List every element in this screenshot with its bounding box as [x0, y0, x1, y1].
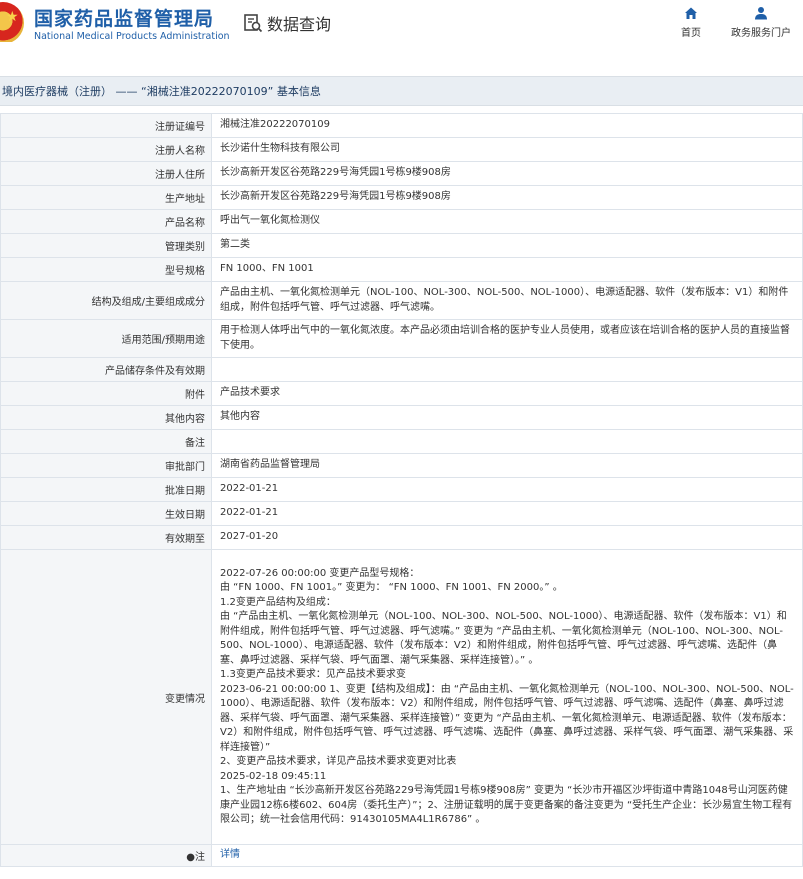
field-value: 2027-01-20: [211, 525, 803, 550]
national-emblem-icon: ★: [0, 2, 26, 42]
field-value: 湖南省药品监督管理局: [211, 453, 803, 478]
table-row: 结构及组成/主要组成成分 产品由主机、一氧化氮检测单元（NOL-100、NOL-3…: [0, 281, 803, 320]
field-label: 注册人住所: [0, 161, 212, 186]
change-line: 2022-07-26 00:00:00 变更产品型号规格：: [220, 567, 420, 579]
table-row: 产品储存条件及有效期: [0, 357, 803, 382]
change-history: 2022-07-26 00:00:00 变更产品型号规格： 由 “FN 1000…: [211, 549, 803, 845]
change-line: 2、变更产品技术要求，详见产品技术要求变更对比表: [220, 756, 457, 767]
field-value: 长沙高新开发区谷苑路229号海凭园1号栋9楼908房: [211, 185, 803, 210]
nav-gov-portal[interactable]: 政务服务门户: [728, 6, 794, 39]
site-header: ★ 国家药品监督管理局 National Medical Products Ad…: [0, 0, 803, 60]
details-link[interactable]: 详情: [220, 849, 240, 860]
change-line: 1、生产地址由 “长沙高新开发区谷苑路229号海凭园1号栋9楼908房” 变更为…: [220, 785, 793, 825]
note-value: 详情: [211, 844, 803, 867]
field-value: FN 1000、FN 1001: [211, 257, 803, 282]
table-row-changes: 变更情况 2022-07-26 00:00:00 变更产品型号规格： 由 “FN…: [0, 549, 803, 845]
data-query-heading: 数据查询: [243, 11, 331, 35]
field-value: 湘械注准20222070109: [211, 113, 803, 138]
breadcrumb-text: 境内医疗器械（注册） —— “湘械注准20222070109” 基本信息: [2, 85, 321, 98]
site-title-en[interactable]: National Medical Products Administration: [34, 31, 230, 42]
field-label: 备注: [0, 429, 212, 454]
table-row: 注册证编号 湘械注准20222070109: [0, 113, 803, 138]
site-title-cn[interactable]: 国家药品监督管理局: [34, 4, 214, 31]
field-value: 用于检测人体呼出气中的一氧化氮浓度。本产品必须由培训合格的医护专业人员使用，或者…: [211, 319, 803, 358]
breadcrumb: 境内医疗器械（注册） —— “湘械注准20222070109” 基本信息: [0, 76, 803, 106]
nav-home-label: 首页: [681, 28, 701, 39]
table-row: 注册人名称 长沙诺什生物科技有限公司: [0, 137, 803, 162]
change-line: 2025-02-18 09:45:11: [220, 770, 327, 782]
change-line: 由 “产品由主机、一氧化氮检测单元（NOL-100、NOL-300、NOL-50…: [220, 611, 787, 666]
table-row: 产品名称 呼出气一氧化氮检测仪: [0, 209, 803, 234]
table-row: 其他内容 其他内容: [0, 405, 803, 430]
field-label: 生产地址: [0, 185, 212, 210]
table-row: 管理类别 第二类: [0, 233, 803, 258]
note-label: ●注: [0, 844, 212, 867]
field-label: 管理类别: [0, 233, 212, 258]
data-query-icon: [244, 14, 263, 33]
field-label: 有效期至: [0, 525, 212, 550]
field-label: 生效日期: [0, 501, 212, 526]
field-label: 产品名称: [0, 209, 212, 234]
field-label: 附件: [0, 381, 212, 406]
table-row: 生产地址 长沙高新开发区谷苑路229号海凭园1号栋9楼908房: [0, 185, 803, 210]
table-row: 生效日期 2022-01-21: [0, 501, 803, 526]
field-value: 2022-01-21: [211, 501, 803, 526]
table-row: 型号规格 FN 1000、FN 1001: [0, 257, 803, 282]
table-row: 附件 产品技术要求: [0, 381, 803, 406]
table-row: 备注: [0, 429, 803, 454]
data-query-label: 数据查询: [267, 15, 332, 34]
user-icon: [755, 7, 767, 20]
table-row: 审批部门 湖南省药品监督管理局: [0, 453, 803, 478]
field-label: 批准日期: [0, 477, 212, 502]
nav-home[interactable]: 首页: [676, 6, 706, 39]
field-label: 注册人名称: [0, 137, 212, 162]
change-line: 1.3变更产品技术要求：见产品技术要求变: [220, 669, 406, 680]
field-label: 型号规格: [0, 257, 212, 282]
table-row: 适用范围/预期用途 用于检测人体呼出气中的一氧化氮浓度。本产品必须由培训合格的医护…: [0, 319, 803, 358]
field-value: 长沙高新开发区谷苑路229号海凭园1号栋9楼908房: [211, 161, 803, 186]
change-line: 由 “FN 1000、FN 1001。” 变更为： “FN 1000、FN 10…: [220, 582, 563, 593]
field-value: 产品技术要求: [211, 381, 803, 406]
field-label: 产品储存条件及有效期: [0, 357, 212, 382]
field-label: 审批部门: [0, 453, 212, 478]
field-label: 其他内容: [0, 405, 212, 430]
field-value: [211, 357, 803, 382]
field-value: 产品由主机、一氧化氮检测单元（NOL-100、NOL-300、NOL-500、N…: [211, 281, 803, 320]
field-value: 2022-01-21: [211, 477, 803, 502]
field-value: 第二类: [211, 233, 803, 258]
field-label: 结构及组成/主要组成成分: [0, 281, 212, 320]
nav-gov-label: 政务服务门户: [731, 28, 791, 39]
field-value: 其他内容: [211, 405, 803, 430]
table-row: 有效期至 2027-01-20: [0, 525, 803, 550]
home-icon: [685, 7, 697, 19]
table-row: 批准日期 2022-01-21: [0, 477, 803, 502]
field-label: 变更情况: [0, 549, 212, 845]
field-value: 长沙诺什生物科技有限公司: [211, 137, 803, 162]
field-value: 呼出气一氧化氮检测仪: [211, 209, 803, 234]
table-row: 注册人住所 长沙高新开发区谷苑路229号海凭园1号栋9楼908房: [0, 161, 803, 186]
field-label: 适用范围/预期用途: [0, 319, 212, 358]
change-line: 1.2变更产品结构及组成：: [220, 596, 336, 608]
change-line: 2023-06-21 00:00:00 1、变更【结构及组成】：由 “产品由主机…: [220, 683, 794, 753]
field-label: 注册证编号: [0, 113, 212, 138]
table-row-note: ●注 详情: [0, 844, 803, 867]
detail-table: 注册证编号 湘械注准20222070109 注册人名称 长沙诺什生物科技有限公司 注…: [0, 113, 803, 867]
field-value: [211, 429, 803, 454]
